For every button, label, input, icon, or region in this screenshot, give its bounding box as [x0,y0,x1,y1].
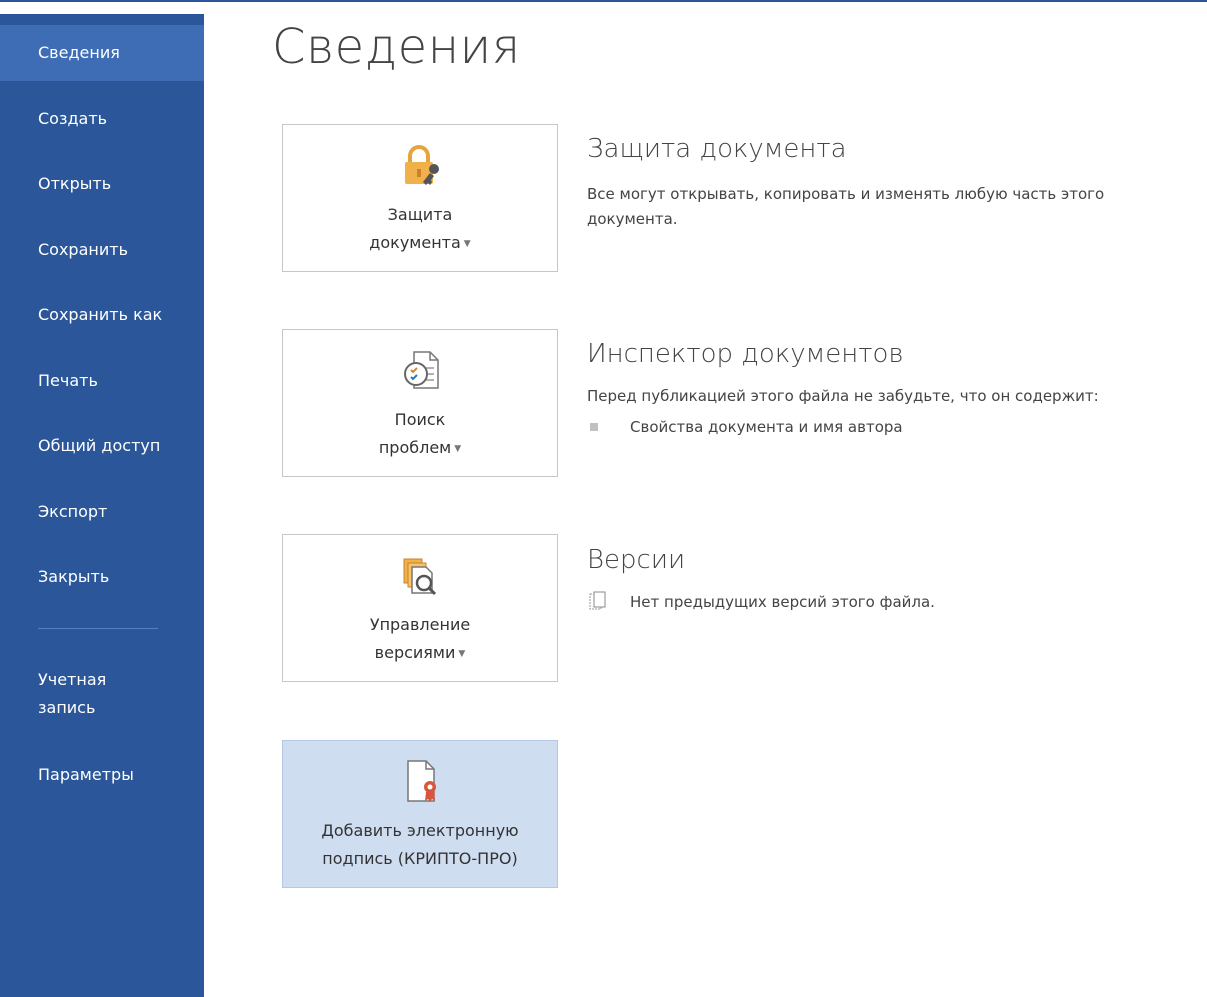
manage-versions-button[interactable]: Управление версиями ▼ [282,534,558,682]
tile-label-line2: документа [369,233,461,252]
page-title: Сведения [272,19,521,75]
protect-desc-line1: Все могут открывать, копировать и изменя… [587,185,1105,203]
sidebar-item-label: Сведения [38,43,120,62]
protect-document-description: Все могут открывать, копировать и изменя… [587,182,1207,232]
sidebar-item-print[interactable]: Печать [0,353,204,409]
sidebar-item-save-as[interactable]: Сохранить как [0,287,204,343]
add-digital-signature-label: Добавить электронную подпись (КРИПТО-ПРО… [283,817,557,873]
check-for-issues-button[interactable]: Поиск проблем ▼ [282,329,558,477]
sidebar-item-label: Сохранить как [38,305,163,324]
inspect-bullet-item: Свойства документа и имя автора [630,418,903,436]
backstage-sidebar: Сведения Создать Открыть Сохранить Сохра… [0,14,204,997]
sidebar-item-account[interactable]: Учетная запись [0,659,204,729]
dropdown-caret-icon: ▼ [458,649,466,659]
sidebar-item-options[interactable]: Параметры [0,747,204,803]
sidebar-item-close[interactable]: Закрыть [0,549,204,605]
versions-description: Нет предыдущих версий этого файла. [630,593,935,611]
sidebar-item-save[interactable]: Сохранить [0,222,204,278]
dropdown-caret-icon: ▼ [463,239,471,249]
version-document-icon [589,591,606,610]
lock-key-icon [405,145,439,185]
check-for-issues-label: Поиск проблем ▼ [283,406,557,463]
inspect-document-description: Перед публикацией этого файла не забудьт… [587,387,1099,405]
account-label-line1: Учетная [38,670,107,689]
tile-label-line1: Поиск [394,410,446,429]
dropdown-caret-icon: ▼ [454,444,462,454]
sidebar-divider [38,628,158,629]
sidebar-item-new[interactable]: Создать [0,91,204,147]
sidebar-item-label: Открыть [38,174,112,193]
bullet-square-icon [590,423,598,431]
sidebar-item-open[interactable]: Открыть [0,156,204,212]
protect-document-label: Защита документа ▼ [283,201,557,258]
sidebar-item-label: Учетная запись [38,666,106,722]
tile-label-line1: Добавить электронную [321,821,519,840]
sidebar-item-label: Закрыть [38,567,110,586]
sidebar-item-label: Печать [38,371,98,390]
sidebar-item-label: Создать [38,109,108,128]
sidebar-item-share[interactable]: Общий доступ [0,418,204,474]
tile-label-line1: Защита [387,205,453,224]
tile-label-line2: подпись (КРИПТО-ПРО) [322,849,518,868]
top-accent-line [0,0,1207,2]
manage-versions-label: Управление версиями ▼ [283,611,557,668]
tile-label-line2: проблем [378,438,452,457]
add-digital-signature-button[interactable]: Добавить электронную подпись (КРИПТО-ПРО… [282,740,558,888]
tile-label-line2: версиями [374,643,456,662]
protect-document-heading: Защита документа [587,134,847,164]
protect-document-button[interactable]: Защита документа ▼ [282,124,558,272]
manage-versions-icon [403,558,437,596]
sidebar-item-label: Экспорт [38,502,108,521]
sidebar-item-label: Параметры [38,765,134,784]
sidebar-item-label: Общий доступ [38,436,161,455]
sidebar-item-label: Сохранить [38,240,128,259]
signature-certificate-icon [407,760,436,802]
inspect-document-heading: Инспектор документов [587,339,904,369]
inspect-document-icon [404,351,439,389]
sidebar-item-info[interactable]: Сведения [0,25,204,81]
protect-desc-line2: документа. [587,210,678,228]
tile-label-line1: Управление [369,615,471,634]
sidebar-item-export[interactable]: Экспорт [0,484,204,540]
versions-heading: Версии [587,545,686,575]
account-label-line2: запись [38,698,96,717]
